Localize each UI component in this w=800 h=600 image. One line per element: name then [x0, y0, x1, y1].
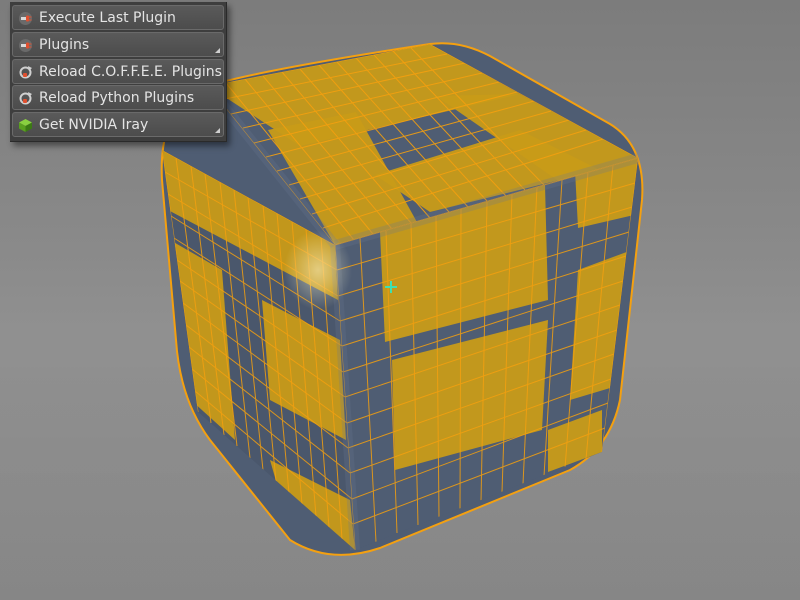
menu-item-execute-last-plugin[interactable]: Execute Last Plugin [12, 5, 224, 30]
menu-item-reload-coffee-plugins[interactable]: Reload C.O.F.F.E.E. Plugins [12, 59, 224, 84]
menu-group-plugins: Plugins [12, 32, 224, 57]
specular-highlight [284, 230, 352, 310]
submenu-arrow-icon [215, 48, 220, 53]
menu-item-label: Plugins [39, 37, 90, 53]
menu-item-label: Execute Last Plugin [39, 10, 176, 26]
menu-item-label: Get NVIDIA Iray [39, 117, 149, 133]
nvidia-cube-icon [19, 119, 32, 132]
reload-icon [19, 66, 32, 79]
plugin-menu: Execute Last Plugin Plugins Reload C.O.F… [10, 2, 227, 142]
menu-item-label: Reload C.O.F.F.E.E. Plugins [39, 64, 222, 80]
submenu-arrow-icon [215, 128, 220, 133]
menu-item-reload-python-plugins[interactable]: Reload Python Plugins [12, 85, 224, 110]
plug-icon [19, 12, 32, 25]
menu-item-plugins[interactable]: Plugins [12, 32, 224, 57]
menu-group-reload: Reload C.O.F.F.E.E. Plugins Reload Pytho… [12, 59, 224, 110]
plug-icon [19, 39, 32, 52]
reload-icon [19, 92, 32, 105]
menu-group-nvidia: Get NVIDIA Iray [12, 112, 224, 137]
menu-item-get-nvidia-iray[interactable]: Get NVIDIA Iray [12, 112, 224, 137]
menu-item-label: Reload Python Plugins [39, 90, 195, 106]
menu-group-execute: Execute Last Plugin [12, 5, 224, 30]
